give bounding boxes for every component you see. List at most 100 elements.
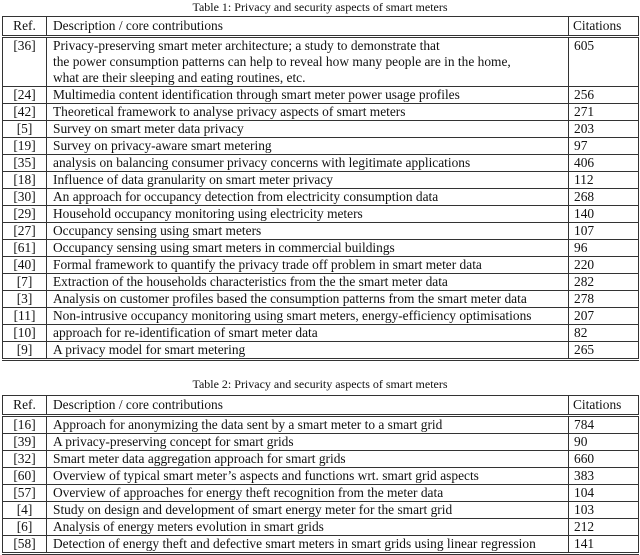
cell-citations: 406 [568,154,639,172]
cell-ref: [39] [2,433,47,451]
table-row: [40] Formal framework to quantify the pri… [2,256,639,274]
cell-description: Formal framework to quantify the privacy… [46,256,569,274]
description-line: the power consumption patterns can help … [53,54,511,69]
cell-ref: [57] [2,484,47,502]
cell-citations: 97 [568,137,639,155]
cell-citations: 90 [568,433,639,451]
cell-ref: [60] [2,467,47,485]
cell-ref: [19] [2,137,47,155]
table-row: [27] Occupancy sensing using smart meters… [2,222,639,240]
header-description: Description / core contributions [46,395,569,417]
cell-description: Occupancy sensing using smart meters in … [46,239,569,257]
cell-ref: [11] [2,307,47,325]
cell-citations: 107 [568,222,639,240]
table-row: [5] Survey on smart meter data privacy 203 [2,120,639,138]
header-citations: Citations [568,16,639,38]
table-1-caption: Table 1: Privacy and security aspects of… [192,0,448,14]
cell-description: Household occupancy monitoring using ele… [46,205,569,223]
cell-ref: [4] [2,501,47,519]
description-line: Overview of approaches for energy theft … [53,485,444,501]
description-line: Household occupancy monitoring using ele… [53,206,363,222]
cell-ref: [6] [2,518,47,536]
cell-ref: [16] [2,415,47,434]
cell-citations: 605 [568,36,639,87]
table-row: [36] Privacy-preserving smart meter archi… [2,36,639,87]
table-row: [61] Occupancy sensing using smart meters… [2,239,639,257]
table-row: [29] Household occupancy monitoring using… [2,205,639,223]
table-row: [6] Analysis of energy meters evolution i… [2,518,639,536]
cell-description: Survey on smart meter data privacy [46,120,569,138]
cell-citations: 140 [568,205,639,223]
table-row: [11] Non-intrusive occupancy monitoring u… [2,307,639,325]
description-line: Detection of energy theft and defective … [53,536,536,551]
table-row: [18] Influence of data granularity on sma… [2,171,639,189]
description-line: what are their sleeping and eating routi… [53,70,306,85]
cell-citations: 103 [568,501,639,519]
description-line: analysis on balancing consumer privacy c… [53,155,471,171]
table-row: [39] A privacy-preserving concept for sma… [2,433,639,451]
table-row: [7] Extraction of the households characte… [2,273,639,291]
cell-description: A privacy-preserving concept for smart g… [46,433,569,451]
cell-description: Analysis of energy meters evolution in s… [46,518,569,536]
description-line: Formal framework to quantify the privacy… [53,257,482,273]
description-line: Multimedia content identification throug… [53,87,460,103]
table-row: [4] Study on design and development of sm… [2,501,639,519]
cell-ref: [30] [2,188,47,206]
cell-ref: [29] [2,205,47,223]
cell-citations: 82 [568,324,639,342]
cell-description: analysis on balancing consumer privacy c… [46,154,569,172]
table-2-caption: Table 2: Privacy and security aspects of… [192,377,448,391]
cell-description: An approach for occupancy detection from… [46,188,569,206]
cell-citations: 383 [568,467,639,485]
cell-citations: 278 [568,290,639,308]
description-line: Study on design and development of smart… [53,502,453,518]
table-row: [24] Multimedia content identification th… [2,86,639,104]
cell-description: Analysis on customer profiles based the … [46,290,569,308]
cell-ref: [24] [2,86,47,104]
cell-description: Overview of approaches for energy theft … [46,484,569,502]
cell-description: Occupancy sensing using smart meters [46,222,569,240]
table-row: [32] Smart meter data aggregation approac… [2,450,639,468]
cell-ref: [35] [2,154,47,172]
description-line: Smart meter data aggregation approach fo… [53,451,346,467]
cell-description: Approach for anonymizing the data sent b… [46,415,569,434]
table-header-row: Ref. Description / core contributions Ci… [2,16,639,38]
table-row: [42] Theoretical framework to analyse pri… [2,103,639,121]
table-2: Ref. Description / core contributions Ci… [2,395,639,555]
table-1: Ref. Description / core contributions Ci… [2,16,639,361]
cell-ref: [36] [2,36,47,87]
cell-citations: 220 [568,256,639,274]
cell-ref: [32] [2,450,47,468]
table-row: [58] Detection of energy theft and defect… [2,535,639,555]
cell-citations: 265 [568,341,639,361]
table-row: [9] A privacy model for smart metering 265 [2,341,639,361]
header-ref: Ref. [2,395,47,417]
description-line: Non-intrusive occupancy monitoring using… [53,308,532,324]
cell-description: Smart meter data aggregation approach fo… [46,450,569,468]
table-row: [35] analysis on balancing consumer priva… [2,154,639,172]
table-row: [16] Approach for anonymizing the data se… [2,415,639,434]
header-citations: Citations [568,395,639,417]
cell-ref: [10] [2,324,47,342]
cell-ref: [5] [2,120,47,138]
cell-description: Non-intrusive occupancy monitoring using… [46,307,569,325]
cell-citations: 784 [568,415,639,434]
cell-citations: 271 [568,103,639,121]
cell-ref: [18] [2,171,47,189]
cell-citations: 268 [568,188,639,206]
cell-ref: [9] [2,341,47,361]
description-line: approach for re-identification of smart … [53,325,318,341]
description-line: Influence of data granularity on smart m… [53,172,333,188]
cell-description: Study on design and development of smart… [46,501,569,519]
cell-citations: 256 [568,86,639,104]
cell-ref: [40] [2,256,47,274]
description-line: Survey on smart meter data privacy [53,121,244,137]
description-line: A privacy-preserving concept for smart g… [53,434,294,450]
cell-ref: [7] [2,273,47,291]
description-line: A privacy model for smart metering [53,342,246,357]
description-line: Occupancy sensing using smart meters in … [53,240,395,256]
cell-citations: 112 [568,171,639,189]
description-line: Occupancy sensing using smart meters [53,223,262,239]
cell-citations: 203 [568,120,639,138]
cell-citations: 104 [568,484,639,502]
